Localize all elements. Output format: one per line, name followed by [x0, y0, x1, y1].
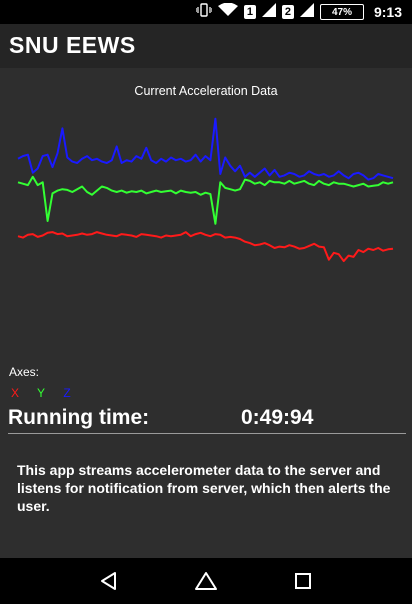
divider	[8, 433, 406, 434]
back-button[interactable]	[96, 568, 122, 594]
app-title: SNU EEWS	[9, 32, 136, 58]
home-button[interactable]	[193, 568, 219, 594]
main-content: Current Acceleration Data Axes: X Y Z Ru…	[0, 68, 412, 558]
navigation-bar	[0, 558, 412, 604]
running-time-label: Running time:	[8, 406, 150, 429]
recents-icon	[295, 573, 312, 589]
battery-charging-icon: 47%	[319, 4, 364, 20]
axes-legend: X Y Z	[9, 386, 73, 400]
legend-x: X	[10, 386, 19, 400]
status-icons: 1 2 47% 9:13	[195, 2, 402, 22]
vibrate-icon	[195, 2, 213, 22]
back-icon	[100, 572, 116, 590]
legend-z: Z	[63, 386, 71, 400]
status-bar: 1 2 47% 9:13	[0, 0, 412, 24]
home-icon	[194, 572, 217, 590]
series-line-z	[17, 117, 394, 181]
app-bar: SNU EEWS	[0, 24, 412, 68]
series-line-y	[17, 175, 394, 225]
running-time-value: 0:49:94	[241, 406, 314, 429]
sim1-signal-icon	[261, 2, 276, 22]
app-description: This app streams accelerometer data to t…	[17, 462, 391, 514]
chart-title: Current Acceleration Data	[134, 84, 278, 98]
sim1-badge: 1	[243, 5, 256, 19]
recents-button[interactable]	[290, 568, 316, 594]
axes-label: Axes:	[9, 365, 40, 379]
sim2-badge: 2	[281, 5, 294, 19]
status-time: 9:13	[373, 4, 402, 20]
sim2-signal-icon	[299, 2, 314, 22]
series-line-x	[17, 231, 394, 263]
legend-y: Y	[36, 386, 45, 400]
acceleration-chart	[17, 117, 394, 263]
wifi-icon	[217, 2, 238, 22]
